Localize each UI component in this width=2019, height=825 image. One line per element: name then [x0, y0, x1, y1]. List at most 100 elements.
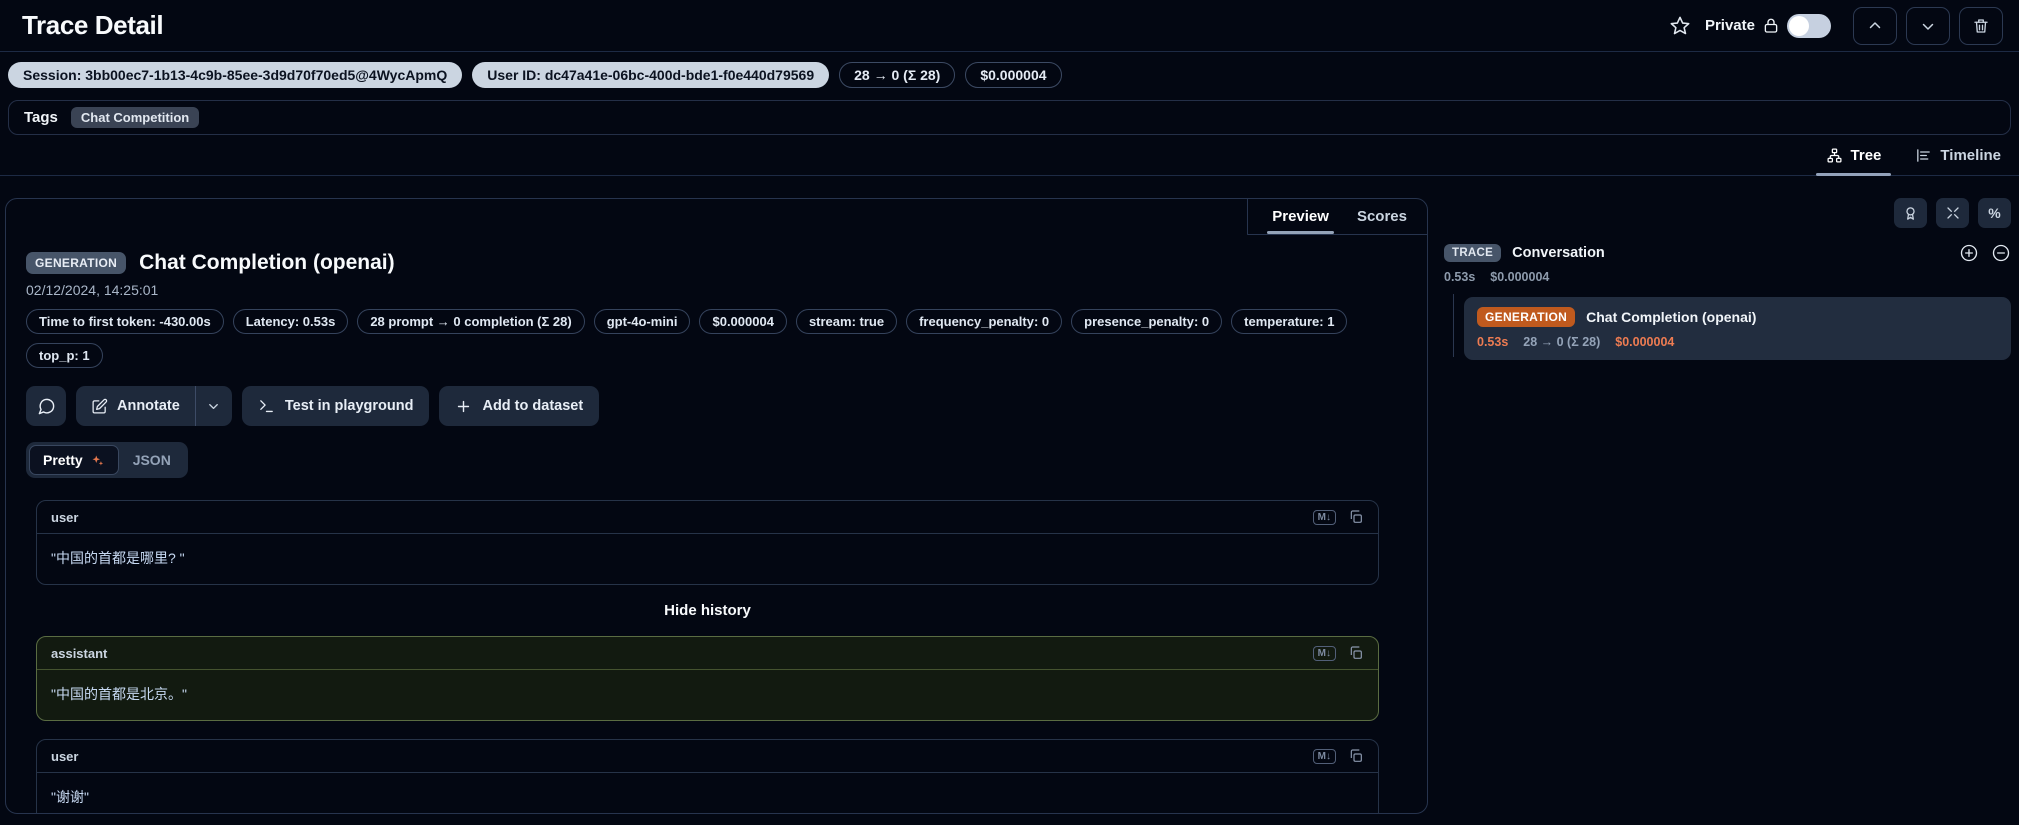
message-content: "中国的首都是北京。" — [37, 670, 1378, 720]
tags-label: Tags — [24, 109, 58, 126]
previous-trace-button[interactable] — [1853, 7, 1897, 45]
message-tools: M↓ — [1313, 748, 1364, 764]
message-content: "谢谢" — [37, 773, 1378, 814]
hide-history-toggle[interactable]: Hide history — [36, 602, 1379, 619]
playground-label: Test in playground — [285, 398, 414, 414]
annotate-split-button: Annotate — [76, 386, 232, 426]
node-metrics: 0.53s 28 → 0 (Σ 28) $0.000004 — [1477, 335, 1998, 349]
message-tools: M↓ — [1313, 509, 1364, 525]
message-card-assistant: assistant M↓ "中国的首都是北京。" — [36, 636, 1379, 721]
tree-children: GENERATION Chat Completion (openai) 0.53… — [1444, 297, 2011, 360]
medal-icon — [1902, 205, 1919, 222]
node-tokens: 28 → 0 (Σ 28) — [1523, 335, 1600, 349]
delete-trace-button[interactable] — [1959, 7, 2003, 45]
message-role: user — [51, 749, 78, 764]
trace-type-badge: TRACE — [1444, 244, 1501, 262]
meta-badge-stream: stream: true — [796, 309, 897, 334]
edit-pencil-icon — [91, 398, 108, 415]
pretty-label: Pretty — [43, 452, 83, 468]
scores-medal-button[interactable] — [1894, 198, 1927, 228]
token-usage-badge: 28 → 0 (Σ 28) — [839, 62, 955, 88]
message-role: user — [51, 510, 78, 525]
tab-scores[interactable]: Scores — [1357, 208, 1407, 234]
trace-root-row[interactable]: TRACE Conversation — [1444, 243, 2011, 263]
comments-button[interactable] — [26, 386, 66, 426]
copy-icon[interactable] — [1348, 748, 1364, 764]
generation-node-selected[interactable]: GENERATION Chat Completion (openai) 0.53… — [1464, 297, 2011, 360]
messages-list: user M↓ "中国的首都是哪里? " Hide history assist… — [36, 500, 1379, 814]
toggle-knob — [1789, 16, 1809, 36]
meta-badge-ttft: Time to first token: -430.00s — [26, 309, 224, 334]
tab-preview[interactable]: Preview — [1272, 208, 1329, 234]
trace-cost: $0.000004 — [1490, 270, 1549, 284]
observation-actions: Annotate Test in playground — [26, 386, 1403, 426]
view-mode-tabs: Tree Timeline — [0, 135, 2019, 176]
page-title: Trace Detail — [22, 10, 163, 41]
meta-badge-tokens: 28 prompt → 0 completion (Σ 28) — [357, 309, 584, 334]
meta-badge-temperature: temperature: 1 — [1231, 309, 1347, 334]
tab-tree[interactable]: Tree — [1822, 145, 1886, 175]
sparkles-icon — [90, 453, 105, 468]
annotate-dropdown-button[interactable] — [196, 386, 232, 426]
message-header: user M↓ — [37, 501, 1378, 534]
copy-icon[interactable] — [1348, 645, 1364, 661]
test-in-playground-button[interactable]: Test in playground — [242, 386, 430, 426]
trace-latency: 0.53s — [1444, 270, 1475, 284]
timeline-icon — [1915, 147, 1932, 164]
panel-tabs: Preview Scores — [1247, 199, 1427, 235]
plus-icon — [455, 398, 472, 415]
meta-badges-row-1: Time to first token: -430.00s Latency: 0… — [26, 309, 1403, 334]
markdown-toggle-icon[interactable]: M↓ — [1313, 646, 1336, 661]
meta-badge-frequency-penalty: frequency_penalty: 0 — [906, 309, 1062, 334]
observation-header: GENERATION Chat Completion (openai) — [26, 251, 1403, 275]
tag-chat-competition[interactable]: Chat Competition — [71, 107, 199, 128]
message-content: "中国的首都是哪里? " — [37, 534, 1378, 584]
tree-expand-controls — [1959, 243, 2011, 263]
nav-button-cluster — [1853, 7, 2003, 45]
privacy-control: Private — [1705, 14, 1831, 38]
content-area: Preview Scores GENERATION Chat Completio… — [0, 198, 2019, 814]
generation-node-badge: GENERATION — [1477, 307, 1575, 327]
app-header: Trace Detail Private — [0, 0, 2019, 52]
collapse-all-button[interactable] — [1991, 243, 2011, 263]
show-metrics-percent-button[interactable]: % — [1978, 198, 2011, 228]
user-id-badge[interactable]: User ID: dc47a41e-06bc-400d-bde1-f0e440d… — [472, 62, 829, 88]
expand-all-button[interactable] — [1959, 243, 1979, 263]
trace-tree-panel: % TRACE Conversation 0. — [1444, 198, 2011, 360]
meta-badge-model: gpt-4o-mini — [594, 309, 691, 334]
format-json-segment[interactable]: JSON — [119, 445, 185, 475]
cost-badge: $0.000004 — [965, 62, 1061, 88]
format-pretty-segment[interactable]: Pretty — [29, 445, 119, 475]
tab-tree-label: Tree — [1851, 147, 1882, 164]
meta-badge-presence-penalty: presence_penalty: 0 — [1071, 309, 1222, 334]
add-to-dataset-button[interactable]: Add to dataset — [439, 386, 599, 426]
node-latency: 0.53s — [1477, 335, 1508, 349]
meta-badge-latency: Latency: 0.53s — [233, 309, 349, 334]
message-header: user M↓ — [37, 740, 1378, 773]
trace-name: Conversation — [1512, 245, 1605, 261]
chevron-up-icon — [1866, 17, 1884, 35]
tab-timeline[interactable]: Timeline — [1911, 145, 2005, 175]
observation-detail-panel: Preview Scores GENERATION Chat Completio… — [5, 198, 1428, 814]
annotate-label: Annotate — [117, 398, 180, 414]
bookmark-star-button[interactable] — [1669, 15, 1691, 37]
trace-root-metrics: 0.53s $0.000004 — [1444, 270, 2011, 284]
panel-tabs-row: Preview Scores — [6, 199, 1427, 235]
terminal-icon — [258, 398, 275, 415]
public-sharing-toggle[interactable] — [1787, 14, 1831, 38]
generation-type-badge: GENERATION — [26, 252, 126, 274]
trace-root-left: TRACE Conversation — [1444, 244, 1605, 262]
annotate-button[interactable]: Annotate — [76, 386, 195, 426]
message-card-user-2: user M↓ "谢谢" — [36, 739, 1379, 814]
message-card-user-1: user M↓ "中国的首都是哪里? " — [36, 500, 1379, 585]
collapse-tree-button[interactable] — [1936, 198, 1969, 228]
message-header: assistant M↓ — [37, 637, 1378, 670]
trash-icon — [1972, 17, 1990, 35]
session-badge[interactable]: Session: 3bb00ec7-1b13-4c9b-85ee-3d9d70f… — [8, 62, 462, 88]
comment-bubble-icon — [37, 397, 56, 416]
copy-icon[interactable] — [1348, 509, 1364, 525]
markdown-toggle-icon[interactable]: M↓ — [1313, 749, 1336, 764]
meta-badges-row-2: top_p: 1 — [26, 343, 1403, 368]
markdown-toggle-icon[interactable]: M↓ — [1313, 510, 1336, 525]
next-trace-button[interactable] — [1906, 7, 1950, 45]
